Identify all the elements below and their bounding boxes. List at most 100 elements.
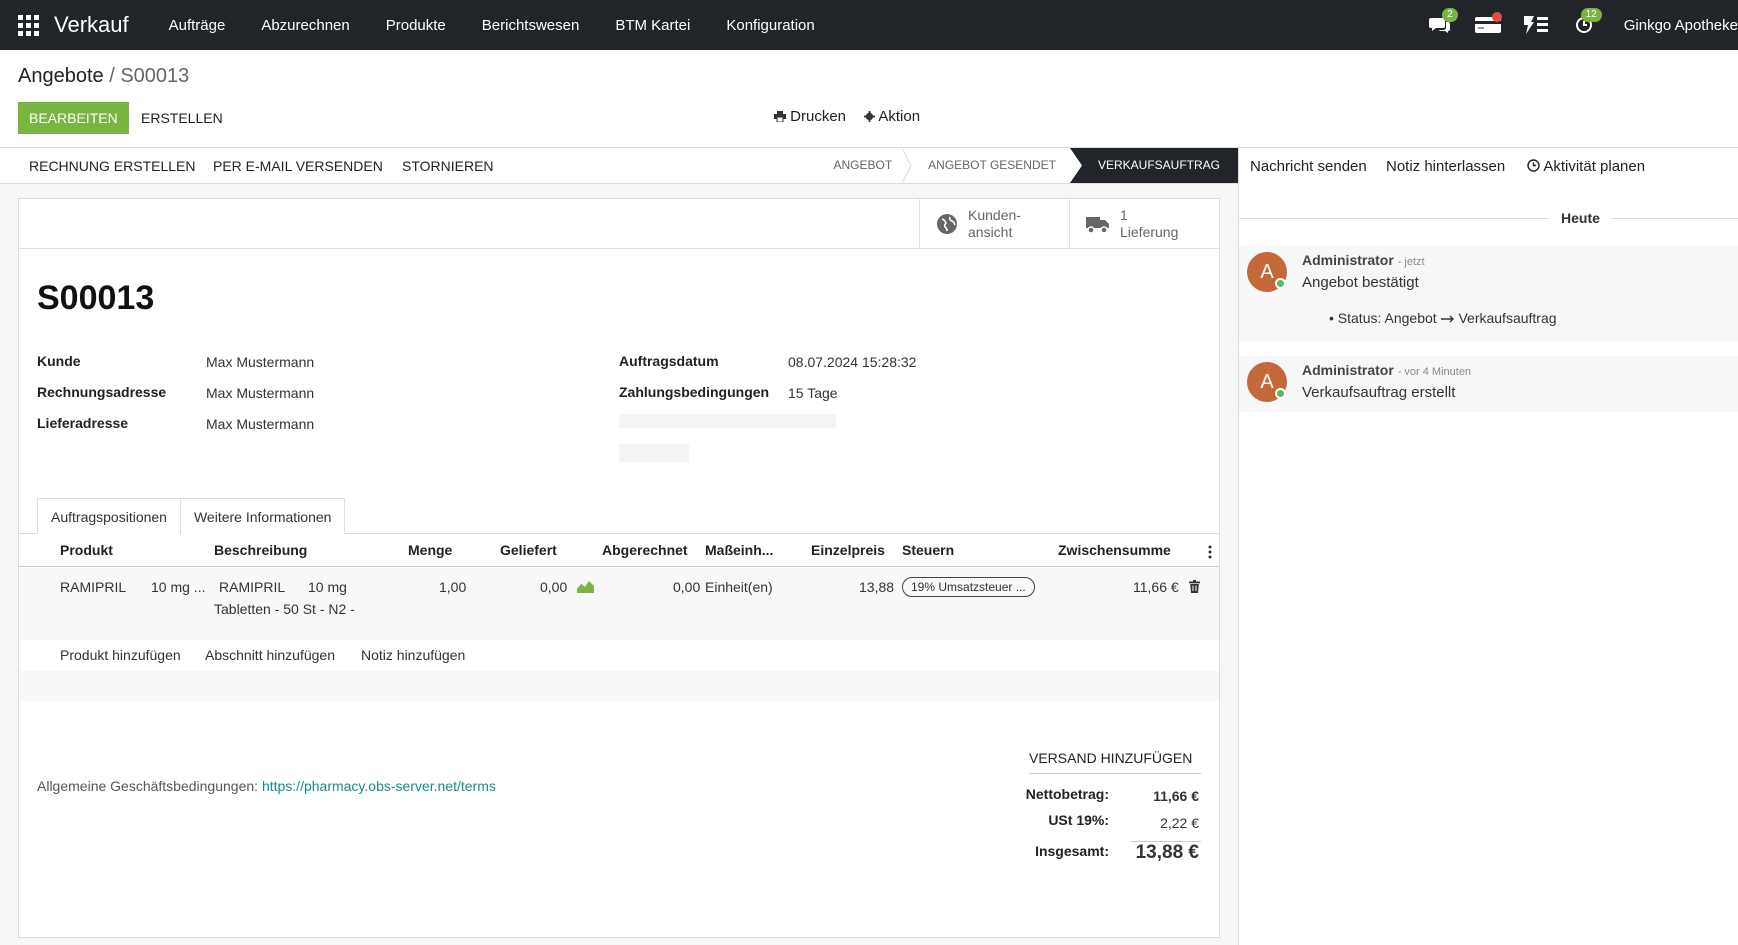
customer-view-button[interactable]: Kunden- ansicht <box>919 199 1069 248</box>
column-options-icon[interactable] <box>1208 545 1212 559</box>
breadcrumb-parent[interactable]: Angebote <box>18 65 104 87</box>
top-navbar: Verkauf Aufträge Abzurechnen Produkte Be… <box>0 0 1738 50</box>
menu-item-auftraege[interactable]: Aufträge <box>151 17 244 34</box>
gear-icon <box>864 111 875 122</box>
customer-value[interactable]: Max Mustermann <box>206 354 314 370</box>
globe-icon <box>937 213 957 234</box>
terms-link[interactable]: https://pharmacy.obs-server.net/terms <box>262 778 496 794</box>
message-time: - vor 4 Minuten <box>1397 366 1472 378</box>
col-subtotal[interactable]: Zwischensumme <box>1058 542 1171 558</box>
systray: 2 12 Ginkgo Apotheke <box>1420 0 1738 50</box>
line-quantity[interactable]: 1,00 <box>439 579 466 595</box>
message-author[interactable]: Administrator - vor 4 Minuten <box>1302 362 1471 378</box>
create-button[interactable]: ERSTELLEN <box>131 102 233 134</box>
truck-icon <box>1086 216 1109 234</box>
send-message-button[interactable]: Nachricht senden <box>1250 158 1367 175</box>
invoice-address-label: Rechnungsadresse <box>37 384 167 400</box>
company-switcher[interactable]: Ginkgo Apotheke <box>1624 17 1738 34</box>
form-sheet: Kunden- ansicht 1 Lieferung S00013 Kunde… <box>18 198 1220 938</box>
chatter-panel: Nachricht senden Notiz hinterlassen Akti… <box>1238 147 1738 945</box>
stage-arrow-shape <box>1069 148 1082 183</box>
stage-angebot[interactable]: ANGEBOT <box>823 148 912 183</box>
stage-verkaufsauftrag-label: VERKAUFSAUFTRAG <box>1097 158 1220 172</box>
menu-item-btm-kartei[interactable]: BTM Kartei <box>597 17 708 34</box>
activities-tray[interactable]: 12 <box>1564 8 1604 40</box>
tax-amount-value: 2,22 € <box>1160 815 1199 831</box>
message-time: - jetzt <box>1397 256 1425 268</box>
net-amount-label: Nettobetrag: <box>1025 786 1109 802</box>
line-uom[interactable]: Einheit(en) <box>705 579 773 595</box>
apps-grid-icon[interactable] <box>16 13 40 37</box>
add-section-link[interactable]: Abschnitt hinzufügen <box>205 647 335 663</box>
add-product-link[interactable]: Produkt hinzufügen <box>60 647 181 663</box>
line-description-name[interactable]: RAMIPRIL <box>219 579 285 595</box>
empty-table-row <box>19 671 1219 701</box>
col-unit-price[interactable]: Einzelpreis <box>811 542 885 558</box>
tax-tag[interactable]: 19% Umsatzsteuer ... <box>902 577 1035 597</box>
line-unit-price[interactable]: 13,88 <box>859 579 894 595</box>
line-description-strength[interactable]: 10 mg <box>308 579 347 595</box>
notebook-tabs: Auftragspositionen Weitere Informationen <box>37 498 346 534</box>
menu-item-abzurechnen[interactable]: Abzurechnen <box>243 17 367 34</box>
app-brand[interactable]: Verkauf <box>54 12 129 38</box>
col-invoiced[interactable]: Abgerechnet <box>602 542 688 558</box>
tracking-old-value: Angebot <box>1384 310 1437 326</box>
col-delivered[interactable]: Geliefert <box>500 542 557 558</box>
print-icon <box>774 111 786 123</box>
message-author[interactable]: Administrator - jetzt <box>1302 252 1425 268</box>
line-description-pack[interactable]: Tabletten - 50 St - N2 - <box>214 601 355 617</box>
area-chart-icon[interactable] <box>577 580 594 593</box>
message-body: Verkaufsauftrag erstellt <box>1302 384 1456 401</box>
menu-item-berichtswesen[interactable]: Berichtswesen <box>464 17 598 34</box>
stage-angebot-gesendet[interactable]: ANGEBOT GESENDET <box>906 148 1070 183</box>
cancel-order-button[interactable]: STORNIEREN <box>402 158 494 174</box>
action-button[interactable]: Aktion <box>864 108 920 125</box>
smart-button-box: Kunden- ansicht 1 Lieferung <box>19 199 1219 249</box>
add-line-row: Produkt hinzufügen Abschnitt hinzufügen … <box>19 641 1219 671</box>
separator-line <box>1239 218 1549 219</box>
totals-divider <box>1029 773 1201 774</box>
menu-item-produkte[interactable]: Produkte <box>368 17 464 34</box>
main-menu: Aufträge Abzurechnen Produkte Berichtswe… <box>151 17 833 34</box>
arrow-right-icon <box>1440 315 1454 323</box>
schedule-activity-button[interactable]: Aktivität planen <box>1527 158 1645 175</box>
create-invoice-button[interactable]: RECHNUNG ERSTELLEN <box>29 158 195 174</box>
breadcrumb-current: S00013 <box>120 65 190 87</box>
stage-verkaufsauftrag[interactable]: VERKAUFSAUFTRAG <box>1069 148 1238 183</box>
trash-icon[interactable] <box>1189 580 1200 593</box>
bullet: • <box>1329 310 1334 326</box>
status-bar: RECHNUNG ERSTELLEN PER E-MAIL VERSENDEN … <box>0 147 1238 184</box>
send-by-email-button[interactable]: PER E-MAIL VERSENDEN <box>213 158 383 174</box>
tools-tray[interactable] <box>1516 10 1556 40</box>
print-button[interactable]: Drucken <box>774 108 846 125</box>
table-row[interactable]: RAMIPRIL 10 mg ... RAMIPRIL 10 mg Tablet… <box>19 568 1219 640</box>
date-separator: Heute <box>1239 210 1738 226</box>
delivery-address-value[interactable]: Max Mustermann <box>206 416 314 432</box>
log-note-button[interactable]: Notiz hinterlassen <box>1386 158 1505 175</box>
tab-other-info[interactable]: Weitere Informationen <box>179 498 346 534</box>
col-description[interactable]: Beschreibung <box>214 542 307 558</box>
menu-item-konfiguration[interactable]: Konfiguration <box>708 17 832 34</box>
col-product[interactable]: Produkt <box>60 542 113 558</box>
messages-tray[interactable]: 2 <box>1420 8 1460 40</box>
print-label: Drucken <box>790 108 847 125</box>
col-uom[interactable]: Maßeinh... <box>705 542 773 558</box>
tab-order-lines[interactable]: Auftragspositionen <box>37 498 181 534</box>
invoice-address-value[interactable]: Max Mustermann <box>206 385 314 401</box>
add-note-link[interactable]: Notiz hinzufügen <box>361 647 465 663</box>
message-body: Angebot bestätigt <box>1302 274 1419 291</box>
total-label: Insgesamt: <box>1035 843 1109 859</box>
stage-angebot-gesendet-label: ANGEBOT GESENDET <box>928 158 1056 172</box>
line-invoiced: 0,00 <box>673 579 701 595</box>
delivery-label: Lieferung <box>1120 223 1179 240</box>
add-shipping-button[interactable]: VERSAND HINZUFÜGEN <box>1029 750 1192 766</box>
customer-view-line2: ansicht <box>968 223 1013 240</box>
edit-button[interactable]: BEARBEITEN <box>18 102 129 134</box>
col-taxes[interactable]: Steuern <box>902 542 954 558</box>
col-quantity[interactable]: Menge <box>408 542 452 558</box>
line-product[interactable]: RAMIPRIL <box>60 579 126 595</box>
delivery-button[interactable]: 1 Lieferung <box>1069 199 1219 248</box>
card-tray[interactable] <box>1468 10 1508 40</box>
tax-amount-label: USt 19%: <box>1048 812 1109 828</box>
tracking-field: Status: <box>1337 310 1382 326</box>
